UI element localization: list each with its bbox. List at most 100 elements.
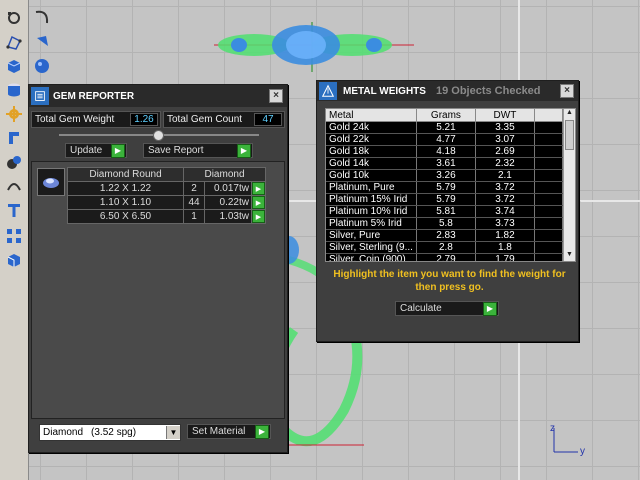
control-points-icon[interactable] <box>4 32 24 52</box>
gem-tw-cell: 0.017tw <box>204 181 252 196</box>
gem-table-row[interactable]: 1.22 X 1.22 2 0.017tw ▶ <box>67 181 267 196</box>
gem-table-row[interactable]: 6.50 X 6.50 1 1.03tw ▶ <box>67 209 267 224</box>
metal-dwt-cell: 2.69 <box>475 145 535 158</box>
save-report-go-icon: ▶ <box>237 143 251 158</box>
metal-grams-cell: 2.79 <box>416 253 476 261</box>
scroll-thumb[interactable] <box>565 120 574 150</box>
metal-row[interactable]: Platinum 15% Irid 5.79 3.72 <box>326 193 564 206</box>
metal-header-dwt: DWT <box>475 109 535 122</box>
fillet-icon[interactable] <box>32 32 52 52</box>
metal-weights-title: METAL WEIGHTS <box>343 85 426 97</box>
metal-name-cell: Gold 10k <box>326 169 417 182</box>
metal-weights-icon <box>319 82 337 100</box>
report-slider-thumb[interactable] <box>153 130 164 141</box>
gem-table-header-material: Diamond <box>182 167 267 182</box>
metal-grams-cell: 4.77 <box>416 133 476 146</box>
box-primitive-icon[interactable] <box>4 56 24 76</box>
metal-grams-cell: 3.61 <box>416 157 476 170</box>
metal-row[interactable]: Platinum 10% Irid 5.81 3.74 <box>326 205 564 218</box>
save-report-button[interactable]: Save Report ▶ <box>143 143 253 158</box>
metal-blank-cell <box>534 145 564 158</box>
total-gem-count-value: 47 <box>254 113 282 126</box>
gem-row-go-button[interactable]: ▶ <box>250 181 267 196</box>
metal-row[interactable]: Platinum 5% Irid 5.8 3.73 <box>326 217 564 230</box>
metal-blank-cell <box>534 217 564 230</box>
metal-blank-cell <box>534 205 564 218</box>
array-grid-icon[interactable] <box>4 226 24 246</box>
metal-blank-cell <box>534 181 564 194</box>
metal-row[interactable]: Silver, Sterling (9... 2.8 1.8 <box>326 241 564 254</box>
gem-reporter-titlebar[interactable]: GEM REPORTER × <box>29 85 287 107</box>
metal-grams-cell: 5.79 <box>416 181 476 194</box>
metal-header-grams: Grams <box>416 109 476 122</box>
instruction-text: Highlight the item you want to find the … <box>333 269 566 293</box>
shaded-spheres-icon[interactable] <box>4 152 24 172</box>
gem-list-area: Diamond Round Diamond 1.22 X 1.22 2 0.01… <box>31 161 285 419</box>
gem-row-go-icon: ▶ <box>252 210 265 223</box>
metal-grams-cell: 2.8 <box>416 241 476 254</box>
metal-row[interactable]: Gold 10k 3.26 2.1 <box>326 169 564 182</box>
gem-row-go-icon: ▶ <box>252 196 265 209</box>
save-report-button-label: Save Report <box>148 145 204 156</box>
metal-name-cell: Platinum 15% Irid <box>326 193 417 206</box>
metal-list[interactable]: Metal Grams DWT Gold 24k 5.21 3.35 Gold 22k… <box>325 108 576 262</box>
metal-grams-cell: 5.79 <box>416 193 476 206</box>
scroll-up-icon[interactable]: ▲ <box>564 109 575 119</box>
gem-table-header-shape: Diamond Round <box>67 167 184 182</box>
gem-size-cell: 1.10 X 1.10 <box>67 195 184 210</box>
metal-grams-cell: 5.81 <box>416 205 476 218</box>
set-material-button[interactable]: Set Material ▶ <box>187 424 271 439</box>
sweep-curve-icon[interactable] <box>4 176 24 196</box>
metal-weights-panel: METAL WEIGHTS 19 Objects Checked × Metal… <box>316 80 579 342</box>
metal-row[interactable]: Gold 22k 4.77 3.07 <box>326 133 564 146</box>
metal-dwt-cell: 1.82 <box>475 229 535 242</box>
metal-dwt-cell: 3.73 <box>475 217 535 230</box>
metal-name-cell: Gold 14k <box>326 157 417 170</box>
metal-weights-close-icon[interactable]: × <box>560 84 574 98</box>
metal-dwt-cell: 2.1 <box>475 169 535 182</box>
metal-dwt-cell: 1.8 <box>475 241 535 254</box>
metal-weights-titlebar[interactable]: METAL WEIGHTS 19 Objects Checked × <box>317 81 578 101</box>
gem-row-go-button[interactable]: ▶ <box>250 209 267 224</box>
curve-tool-icon[interactable] <box>4 8 24 28</box>
calculate-button[interactable]: Calculate ▶ <box>395 301 499 316</box>
metal-dwt-cell: 3.35 <box>475 121 535 134</box>
gem-table: Diamond Round Diamond 1.22 X 1.22 2 0.01… <box>67 167 267 224</box>
gem-settings-gear-icon[interactable] <box>4 104 24 124</box>
scroll-down-icon[interactable]: ▼ <box>564 251 575 261</box>
gem-size-cell: 1.22 X 1.22 <box>67 181 184 196</box>
metal-row[interactable]: Silver, Pure 2.83 1.82 <box>326 229 564 242</box>
ring-top-view <box>214 22 414 72</box>
metal-row[interactable]: Gold 14k 3.61 2.32 <box>326 157 564 170</box>
gem-table-row[interactable]: 1.10 X 1.10 44 0.22tw ▶ <box>67 195 267 210</box>
gem-row-go-button[interactable]: ▶ <box>250 195 267 210</box>
gem-reporter-panel: GEM REPORTER × Total Gem Weight 1.26 Tot… <box>28 84 288 453</box>
render-cube-icon[interactable] <box>4 250 24 270</box>
gem-count-cell: 1 <box>183 209 205 224</box>
metal-name-cell: Gold 22k <box>326 133 417 146</box>
loop-curve-icon[interactable] <box>32 8 52 28</box>
metal-grams-cell: 3.26 <box>416 169 476 182</box>
material-select-dropdown-icon[interactable]: ▼ <box>166 426 180 439</box>
boolean-icon[interactable] <box>4 128 24 148</box>
cylinder-primitive-icon[interactable] <box>4 80 24 100</box>
metal-list-scrollbar[interactable]: ▲ ▼ <box>563 109 575 261</box>
total-gem-weight-value: 1.26 <box>130 113 158 126</box>
metal-table-header: Metal Grams DWT <box>326 109 564 122</box>
metal-blank-cell <box>534 169 564 182</box>
axis-y-label: y <box>580 446 585 457</box>
sphere-primitive-icon[interactable] <box>32 56 52 76</box>
metal-row[interactable]: Silver, Coin (900) 2.79 1.79 <box>326 253 564 261</box>
material-select[interactable]: Diamond (3.52 spg) ▼ <box>39 424 181 441</box>
gem-reporter-close-icon[interactable]: × <box>269 89 283 103</box>
metal-dwt-cell: 3.72 <box>475 193 535 206</box>
metal-header-blank <box>534 109 564 122</box>
gem-thumbnail-icon[interactable] <box>37 168 65 196</box>
text-tool-icon[interactable] <box>4 200 24 220</box>
update-button[interactable]: Update ▶ <box>65 143 127 158</box>
gem-tw-cell: 1.03tw <box>204 209 252 224</box>
metal-row[interactable]: Platinum, Pure 5.79 3.72 <box>326 181 564 194</box>
metal-row[interactable]: Gold 18k 4.18 2.69 <box>326 145 564 158</box>
metal-row[interactable]: Gold 24k 5.21 3.35 <box>326 121 564 134</box>
tool-palette <box>0 0 29 480</box>
